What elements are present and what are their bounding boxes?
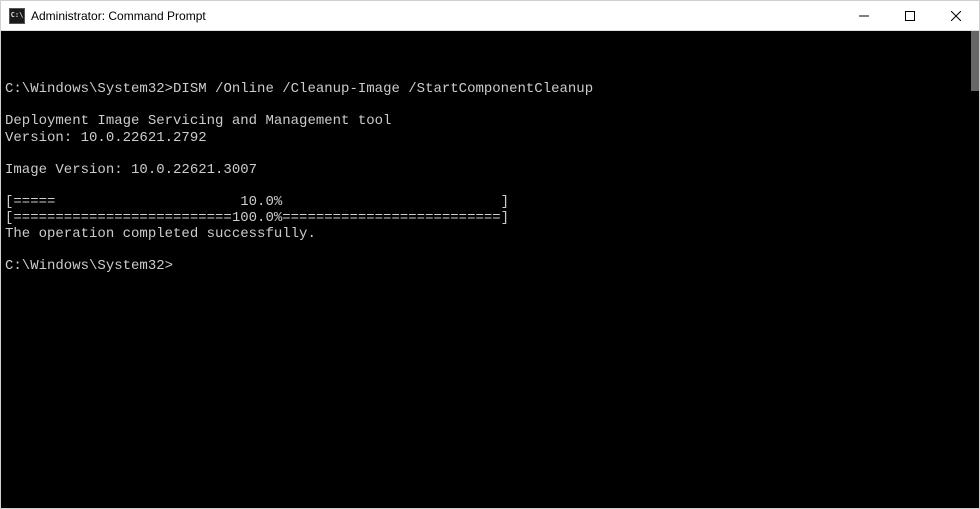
- close-icon: [951, 11, 961, 21]
- close-button[interactable]: [933, 1, 979, 31]
- tool-version-line: Version: 10.0.22621.2792: [5, 130, 207, 146]
- minimize-button[interactable]: [841, 1, 887, 31]
- prompt-2: C:\Windows\System32>: [5, 258, 173, 274]
- window-title: Administrator: Command Prompt: [31, 9, 206, 23]
- maximize-button[interactable]: [887, 1, 933, 31]
- cmd-icon: C:\: [9, 8, 25, 24]
- prompt-1: C:\Windows\System32>: [5, 81, 173, 97]
- progress-bar-2: [==========================100.0%=======…: [5, 210, 509, 226]
- terminal-content: C:\Windows\System32>DISM /Online /Cleanu…: [5, 81, 975, 274]
- command-1: DISM /Online /Cleanup-Image /StartCompon…: [173, 81, 593, 97]
- scrollbar-thumb[interactable]: [971, 31, 979, 91]
- tool-name-line: Deployment Image Servicing and Managemen…: [5, 113, 391, 129]
- progress-bar-1: [===== 10.0% ]: [5, 194, 509, 210]
- titlebar[interactable]: C:\ Administrator: Command Prompt: [1, 1, 979, 31]
- titlebar-left: C:\ Administrator: Command Prompt: [9, 8, 206, 24]
- cursor: [173, 260, 181, 274]
- minimize-icon: [859, 11, 869, 21]
- command-prompt-window: C:\ Administrator: Command Prompt: [0, 0, 980, 509]
- terminal-area[interactable]: C:\Windows\System32>DISM /Online /Cleanu…: [1, 31, 979, 508]
- cmd-icon-glyph: C:\: [11, 12, 24, 19]
- maximize-icon: [905, 11, 915, 21]
- image-version-line: Image Version: 10.0.22621.3007: [5, 162, 257, 178]
- window-controls: [841, 1, 979, 30]
- completion-message: The operation completed successfully.: [5, 226, 316, 242]
